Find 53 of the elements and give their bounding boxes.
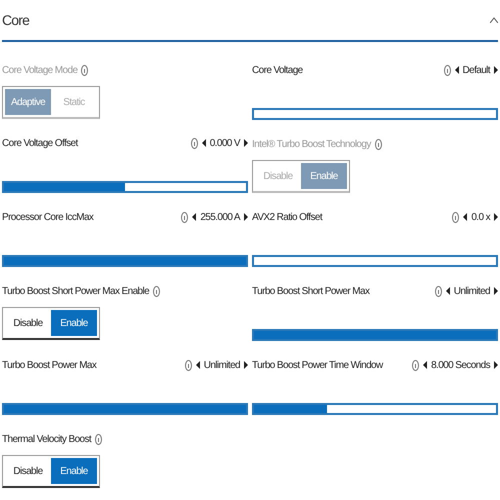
setting-value: 0.0 x xyxy=(471,212,490,222)
slider-track[interactable] xyxy=(252,255,498,267)
info-icon[interactable] xyxy=(190,138,198,148)
left-arrow-icon[interactable] xyxy=(192,213,196,221)
right-arrow-icon[interactable] xyxy=(494,361,498,369)
left-arrow-icon[interactable] xyxy=(463,213,468,221)
left-arrow-icon[interactable] xyxy=(454,66,458,74)
setting-label: Turbo Boost Power Time Window xyxy=(252,360,383,370)
setting-label: AVX2 Ratio Offset xyxy=(252,212,322,222)
info-icon[interactable] xyxy=(95,434,102,444)
setting-label: Turbo Boost Short Power Max xyxy=(252,286,370,296)
setting-label: Core Voltage Mode xyxy=(2,64,78,76)
section-title: Core xyxy=(2,12,30,28)
info-icon[interactable] xyxy=(81,64,88,76)
setting-value: 0.000 V xyxy=(210,138,240,148)
setting-value: Unlimited xyxy=(204,360,240,370)
right-arrow-icon[interactable] xyxy=(244,213,248,221)
left-arrow-icon[interactable] xyxy=(446,287,450,295)
info-icon[interactable] xyxy=(184,360,192,370)
info-icon[interactable] xyxy=(181,212,188,222)
slider-track[interactable] xyxy=(2,181,248,193)
setting-label: Intel® Turbo Boost Technology xyxy=(252,138,371,150)
setting-value: 8.000 Seconds xyxy=(431,360,490,370)
info-icon[interactable] xyxy=(153,286,160,296)
info-icon[interactable] xyxy=(412,360,420,370)
right-arrow-icon[interactable] xyxy=(244,139,248,147)
right-arrow-icon[interactable] xyxy=(494,213,498,221)
toggle-switch[interactable]: Disable Enable xyxy=(2,307,100,340)
setting-label: Processor Core IccMax xyxy=(2,212,94,222)
left-arrow-icon[interactable] xyxy=(196,361,200,369)
right-arrow-icon[interactable] xyxy=(494,66,498,74)
setting-label: Turbo Boost Power Max xyxy=(2,360,96,370)
info-icon[interactable] xyxy=(444,64,450,76)
setting-value: Unlimited xyxy=(454,286,490,296)
slider-track[interactable] xyxy=(252,403,498,415)
slider-track[interactable] xyxy=(252,108,498,120)
setting-label: Core Voltage Offset xyxy=(2,138,78,148)
left-arrow-icon[interactable] xyxy=(423,361,428,369)
collapse-caret-icon[interactable] xyxy=(490,17,498,23)
info-icon[interactable] xyxy=(374,138,382,150)
toggle-option[interactable]: Enable xyxy=(51,458,97,484)
setting-label: Turbo Boost Short Power Max Enable xyxy=(2,286,150,296)
toggle-switch[interactable]: Disable Enable xyxy=(2,455,100,488)
left-arrow-icon[interactable] xyxy=(202,139,206,147)
setting-label: Thermal Velocity Boost xyxy=(2,434,92,444)
right-arrow-icon[interactable] xyxy=(494,287,498,295)
setting-value: Default xyxy=(462,64,490,76)
setting-label: Core Voltage xyxy=(252,64,303,76)
info-icon[interactable] xyxy=(452,212,460,222)
setting-value: 255.000 A xyxy=(200,212,240,222)
right-arrow-icon[interactable] xyxy=(244,361,248,369)
info-icon[interactable] xyxy=(434,286,442,296)
toggle-option[interactable]: Enable xyxy=(51,310,97,336)
